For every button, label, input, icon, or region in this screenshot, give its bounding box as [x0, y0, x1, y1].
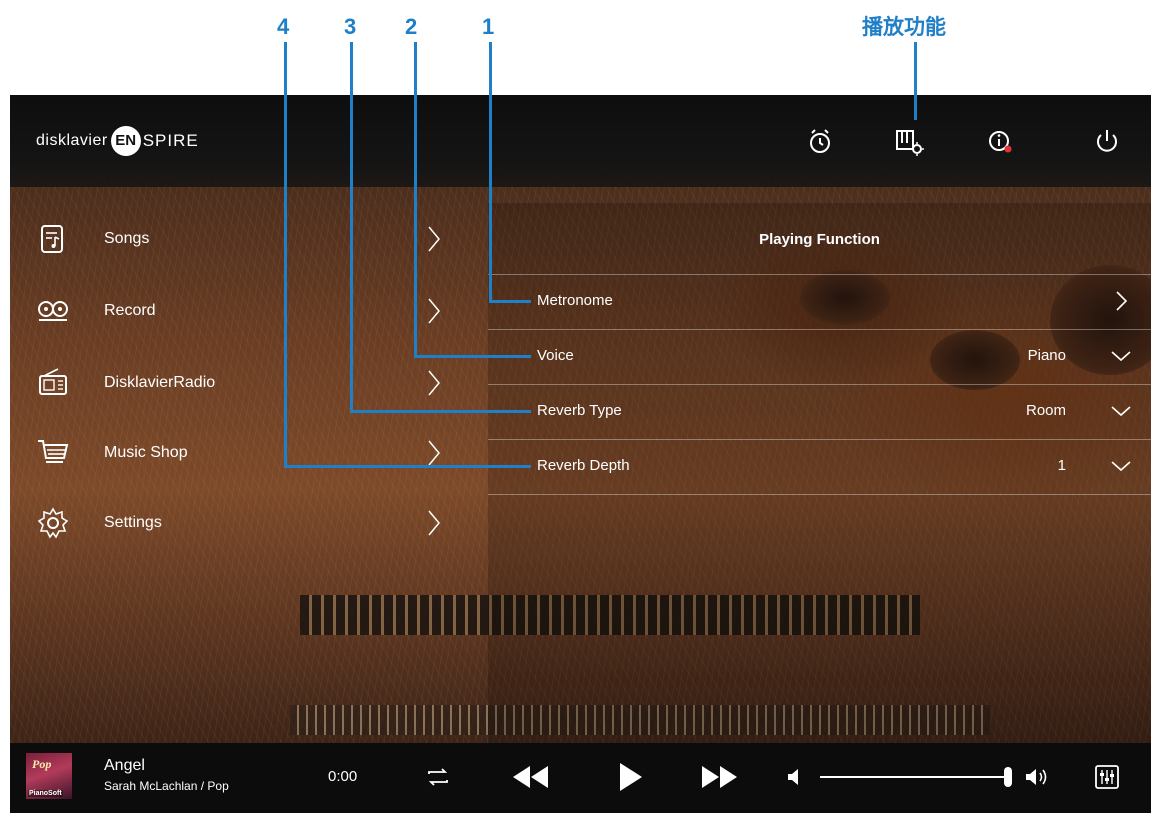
setting-row-voice[interactable]: Voice Piano: [488, 330, 1151, 384]
sidebar-item-label: Settings: [104, 514, 162, 531]
sidebar-item-music-shop[interactable]: Music Shop: [10, 423, 450, 483]
callout-1: 1: [482, 14, 495, 39]
album-art[interactable]: Pop PianoSoft: [26, 753, 72, 799]
callout-playing-function: 播放功能: [862, 15, 946, 39]
chevron-right-icon: [428, 226, 440, 252]
disklavier-enspire-logo: disklavier EN SPIRE: [36, 126, 199, 156]
setting-row-metronome[interactable]: Metronome: [488, 275, 1151, 329]
song-title: Angel: [104, 757, 145, 774]
player-bar: Pop PianoSoft Angel Sarah McLachlan / Po…: [10, 743, 1151, 813]
row-label: Reverb Type: [537, 402, 622, 419]
playing-function-panel: Playing Function Metronome Voice Piano R…: [488, 203, 1151, 743]
disklavier-app: disklavier EN SPIRE Songs Record Disklav…: [10, 95, 1151, 813]
repeat-icon[interactable]: [424, 765, 452, 789]
volume-slider-fill: [820, 776, 1008, 778]
gear-icon: [37, 507, 69, 539]
chevron-down-icon[interactable]: [1109, 399, 1133, 423]
row-label: Reverb Depth: [537, 457, 630, 474]
sidebar-item-label: Record: [104, 302, 156, 319]
row-label: Metronome: [537, 292, 613, 309]
sidebar-item-record[interactable]: Record: [10, 281, 450, 341]
panel-title: Playing Function: [759, 231, 880, 248]
song-artist-genre: Sarah McLachlan / Pop: [104, 779, 229, 793]
radio-icon: [39, 368, 67, 395]
setting-row-reverb-depth[interactable]: Reverb Depth 1: [488, 440, 1151, 494]
mixer-icon[interactable]: [1094, 764, 1120, 790]
top-bar: disklavier EN SPIRE: [10, 95, 1151, 187]
chevron-right-icon: [428, 370, 440, 396]
voice-value: Piano: [1027, 347, 1066, 364]
volume-high-icon[interactable]: [1024, 765, 1054, 789]
chevron-down-icon[interactable]: [1109, 454, 1133, 478]
chevron-right-icon[interactable]: [1109, 289, 1133, 313]
info-icon[interactable]: [984, 125, 1016, 157]
callout-2: 2: [405, 14, 418, 39]
setting-row-reverb-type[interactable]: Reverb Type Room: [488, 385, 1151, 439]
fast-forward-icon[interactable]: [698, 763, 740, 791]
callout-4: 4: [277, 14, 290, 39]
rewind-icon[interactable]: [510, 763, 552, 791]
chevron-right-icon: [428, 510, 440, 536]
record-reel-icon: [38, 301, 68, 321]
sidebar-item-songs[interactable]: Songs: [10, 209, 450, 269]
sidebar-item-settings[interactable]: Settings: [10, 493, 450, 553]
sidebar-item-label: Songs: [104, 230, 150, 247]
chevron-down-icon[interactable]: [1109, 344, 1133, 368]
volume-slider-thumb[interactable]: [1004, 767, 1012, 787]
row-label: Voice: [537, 347, 574, 364]
reverb-type-value: Room: [1025, 402, 1066, 419]
sidebar-item-disklavierradio[interactable]: DisklavierRadio: [10, 353, 450, 413]
play-icon[interactable]: [616, 761, 644, 793]
playback-time: 0:00: [328, 768, 358, 785]
chevron-right-icon: [428, 298, 440, 324]
reverb-depth-value: 1: [1057, 457, 1066, 474]
volume-slider-track[interactable]: [820, 776, 1008, 778]
alarm-clock-icon[interactable]: [804, 125, 836, 157]
songs-icon: [41, 225, 63, 253]
shopping-cart-icon: [38, 440, 69, 463]
power-icon[interactable]: [1091, 125, 1123, 157]
playing-function-icon[interactable]: [893, 125, 925, 157]
sidebar-item-label: DisklavierRadio: [104, 374, 216, 391]
sidebar-item-label: Music Shop: [104, 444, 188, 461]
volume-low-icon[interactable]: [786, 767, 800, 787]
callout-3: 3: [344, 14, 357, 39]
